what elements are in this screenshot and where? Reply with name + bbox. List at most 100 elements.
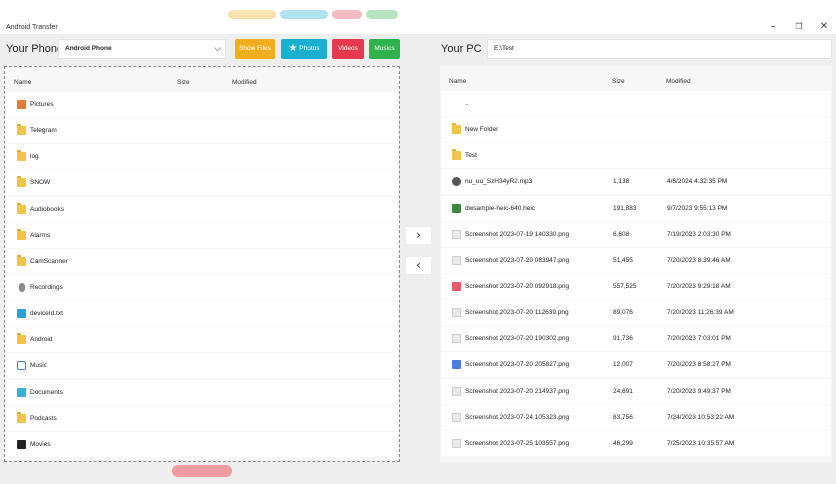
movies-folder-icon [17,439,26,449]
path-select-value: E:\Test [494,45,514,52]
list-item[interactable]: Screenshot 2023-07-20 214937.png 24,691 7/… [442,378,830,404]
list-item[interactable]: SNOW [7,170,397,196]
folder-icon [17,228,26,240]
list-item[interactable]: Documents [7,379,397,405]
item-size: 191,883 [613,204,637,212]
image-file-icon [452,412,461,422]
column-header-name[interactable]: Name [449,78,466,85]
transfer-to-phone-button[interactable]: ‹ [405,256,432,275]
pc-file-list[interactable]: Name Size Modified .. New Folder Test nu… [440,66,832,462]
list-item[interactable]: Screenshot 2023-07-25 103557.png 46,299 7/… [442,430,830,456]
path-select[interactable]: E:\Test [487,39,832,59]
column-header-name[interactable]: Name [14,79,31,86]
image-file-icon [452,438,461,448]
list-item[interactable]: CamScanner [7,248,397,274]
list-item[interactable]: Podcasts [7,405,397,431]
item-size: 24,691 [613,387,633,395]
column-header-modified[interactable]: Modified [666,78,691,85]
phone-file-list[interactable]: Name Size Modified Pictures Telegram log… [4,66,400,462]
musics-button[interactable]: Musics [369,39,400,59]
list-item[interactable]: Music [7,353,397,379]
microphone-icon [19,282,25,292]
item-modified: 7/20/2023 7:03:01 PM [667,335,731,343]
folder-icon [17,150,26,162]
item-modified: 7/20/2023 8:39:46 AM [667,256,731,264]
folder-icon [17,333,26,345]
list-item[interactable]: .. [442,91,830,116]
list-item[interactable]: Screenshot 2023-07-24 105323.png 83,756 7/… [442,404,830,430]
item-name: Test [465,152,477,160]
item-name: Screenshot 2023-07-20 083947.png [465,256,570,264]
list-item[interactable]: Movies [7,431,397,457]
decorative-blur [366,10,398,19]
item-name: Android [30,336,53,344]
pictures-folder-icon [17,100,26,109]
column-header-modified[interactable]: Modified [232,79,257,86]
item-size: 12,007 [613,361,633,369]
item-modified: 7/20/2023 9:29:18 AM [667,282,731,290]
folder-icon [452,123,461,135]
decorative-blur [228,10,276,19]
column-header-size[interactable]: Size [177,79,190,86]
list-item[interactable]: Audiobooks [7,196,397,222]
list-item[interactable]: New Folder [442,117,830,143]
item-name: Screenshot 2023-07-20 092918.png [465,282,570,290]
image-file-icon [452,334,461,344]
item-name: Screenshot 2023-07-24 105323.png [465,413,570,421]
item-name: Pictures [30,101,54,108]
item-size: 91,736 [613,335,633,343]
folder-icon [452,149,461,161]
list-item[interactable]: Screenshot 2023-07-20 205827.png 12,007 7/… [442,352,830,378]
folder-icon [17,202,26,214]
list-item[interactable]: deviceId.txt [7,301,397,327]
list-item[interactable]: Alarms [7,222,397,248]
item-modified: 7/25/2023 10:35:57 AM [667,439,735,447]
device-select[interactable]: Android Phone ⌵ [58,39,226,59]
decorative-blur [332,10,362,19]
restore-button[interactable]: ❐ [792,20,806,34]
list-item[interactable]: Screenshot 2023-07-20 112639.png 89,076 7/… [442,300,830,326]
list-item[interactable]: Test [442,143,830,169]
folder-icon [17,176,26,188]
text-file-icon [17,309,26,319]
item-modified: 7/20/2023 11:26:39 AM [667,309,734,317]
item-size: 51,455 [613,256,633,264]
photos-button[interactable]: ★ Photos [281,39,327,59]
transfer-to-pc-button[interactable]: › [405,226,432,245]
item-name: Telegram [30,127,57,135]
item-name: Screenshot 2023-07-19 140330.png [465,230,570,238]
list-item[interactable]: Pictures [7,92,397,117]
list-item[interactable]: dwsample-heic-640.heic 191,883 9/7/2023 9:… [442,195,830,221]
column-header-size[interactable]: Size [612,78,625,85]
item-name: Movies [30,440,51,448]
image-file-icon [452,386,461,396]
item-modified: 9/7/2023 9:55:13 PM [667,204,728,212]
list-item[interactable]: Screenshot 2023-07-20 083947.png 51,455 7/… [442,247,830,273]
item-name: SNOW [30,179,51,187]
videos-button[interactable]: Videos [332,39,364,59]
phone-section-label: Your Phone [6,43,64,55]
item-name: Screenshot 2023-07-20 190302.png [465,335,570,343]
item-name: Screenshot 2023-07-20 205827.png [465,361,570,369]
chevron-down-icon: ⌵ [214,44,221,54]
list-item[interactable]: Android [7,327,397,353]
list-item[interactable]: Recordings [7,274,397,300]
decorative-blur [172,465,232,477]
list-item[interactable]: Screenshot 2023-07-20 190302.png 91,736 7/… [442,326,830,352]
folder-icon [17,254,26,266]
title-bar: Android Transfer – ❐ ✕ [0,0,836,34]
item-size: 1,138 [613,178,630,186]
close-button[interactable]: ✕ [817,20,831,34]
show-files-button[interactable]: Show Files [235,39,275,59]
minimize-button[interactable]: – [766,20,780,34]
list-item[interactable]: Screenshot 2023-07-19 140330.png 6,608 7/1… [442,221,830,247]
photos-button-label: Photos [299,45,320,52]
list-item[interactable]: Telegram [7,118,397,144]
item-name: Screenshot 2023-07-20 112639.png [465,309,569,317]
item-name: Screenshot 2023-07-25 103557.png [465,439,570,447]
list-item[interactable]: Screenshot 2023-07-20 092918.png 557,525 7… [442,273,830,299]
item-name: Recordings [30,283,63,291]
item-modified: 7/20/2023 9:49:37 PM [667,387,731,395]
list-item[interactable]: nu_uu_SzH34yR2.mp3 1,138 4/6/2024 4:32:35 … [442,169,830,195]
list-item[interactable]: log [7,144,397,170]
